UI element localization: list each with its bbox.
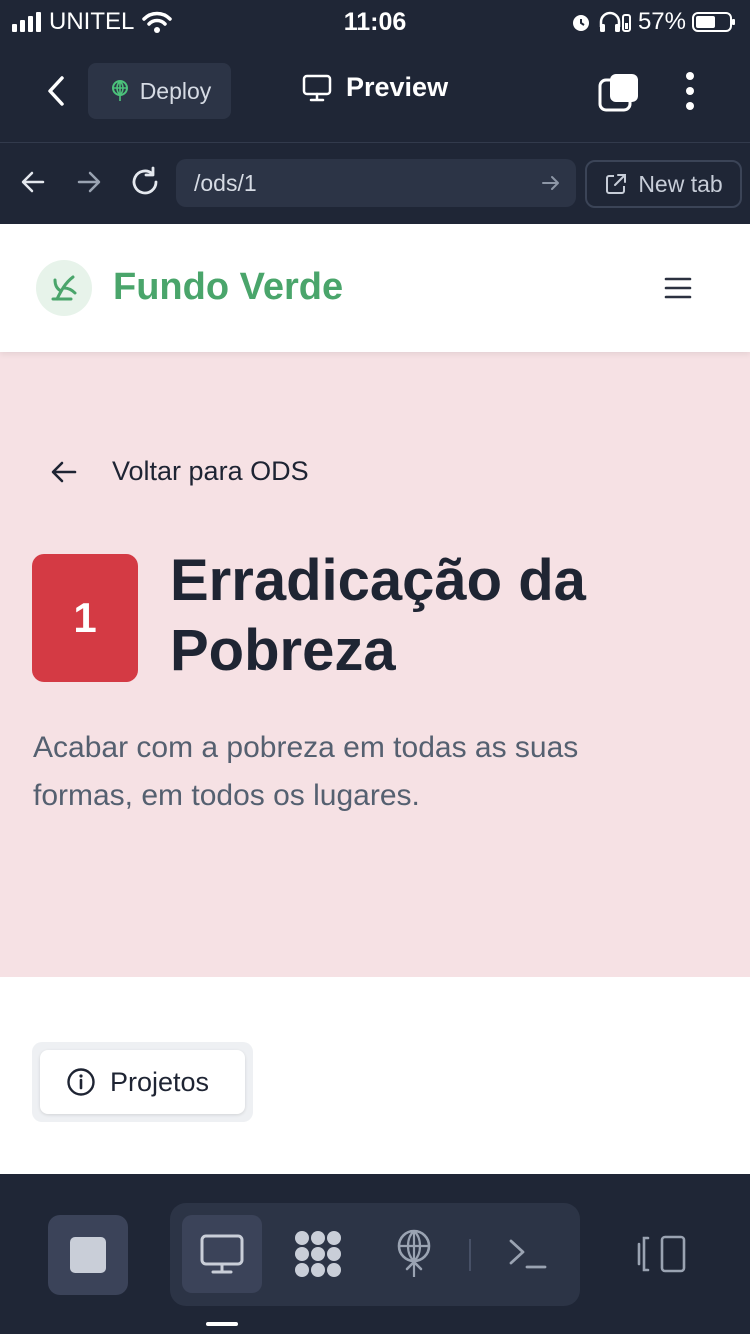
terminal-view-button[interactable] [488, 1215, 568, 1293]
web-content: Fundo Verde Voltar para ODS 1 Erradicaçã… [0, 224, 750, 1174]
deploy-icon [111, 80, 128, 101]
alarm-icon [572, 15, 589, 31]
battery-percent: 57% [637, 8, 686, 35]
content-tabs: Projetos [32, 1042, 253, 1122]
new-tab-label: New tab [638, 170, 723, 197]
new-tab-button[interactable]: New tab [585, 160, 742, 208]
deploy-view-button[interactable] [374, 1215, 454, 1293]
monitor-icon [200, 1234, 244, 1274]
tab-projetos[interactable]: Projetos [40, 1050, 245, 1114]
back-to-ods-link[interactable]: Voltar para ODS [50, 456, 309, 487]
bottom-dock [0, 1174, 750, 1334]
nav-back-icon[interactable] [16, 165, 50, 199]
stop-button[interactable] [48, 1215, 128, 1295]
goal-number-badge: 1 [32, 554, 138, 682]
asset-blobs-icon [295, 1231, 341, 1277]
view-switcher [170, 1203, 580, 1306]
go-arrow-icon[interactable] [540, 172, 562, 194]
sprout-icon [51, 275, 77, 301]
back-chevron-icon[interactable] [40, 74, 74, 108]
deploy-button[interactable]: Deploy [88, 63, 231, 119]
goal-hero: Voltar para ODS 1 Erradicação da Pobreza… [0, 352, 750, 977]
goal-title: Erradicação da Pobreza [170, 548, 586, 683]
reload-icon[interactable] [128, 165, 162, 199]
url-field[interactable]: /ods/1 [176, 159, 576, 207]
goal-description: Acabar com a pobreza em todas as suas fo… [33, 731, 579, 812]
info-icon [67, 1068, 95, 1096]
deploy-label: Deploy [139, 77, 212, 104]
headphones-icon [599, 11, 631, 32]
brand-name[interactable]: Fundo Verde [113, 266, 343, 309]
back-link-label: Voltar para ODS [112, 456, 309, 486]
home-indicator [206, 1322, 238, 1326]
app-toolbar: Deploy Preview [0, 44, 750, 142]
preview-label: Preview [346, 72, 449, 102]
tab-projetos-label: Projetos [110, 1066, 210, 1097]
divider [469, 1239, 471, 1271]
external-link-icon [606, 174, 627, 194]
stop-icon [70, 1237, 106, 1273]
assets-view-button[interactable] [278, 1215, 358, 1293]
more-vertical-icon[interactable] [684, 71, 696, 111]
preview-view-button[interactable] [182, 1215, 262, 1293]
url-bar-row: /ods/1 New tab [0, 142, 750, 224]
terminal-icon [509, 1239, 547, 1269]
logo[interactable] [36, 260, 92, 316]
tabs-icon[interactable] [598, 72, 640, 112]
url-path: /ods/1 [194, 169, 257, 196]
status-bar: UNITEL 11:06 57% [0, 0, 750, 44]
split-view-icon[interactable] [636, 1234, 688, 1274]
nav-forward-icon[interactable] [72, 165, 106, 199]
deploy-tree-icon [397, 1229, 431, 1277]
monitor-icon [302, 74, 332, 101]
arrow-left-icon [51, 461, 77, 482]
hamburger-menu-icon[interactable] [664, 276, 692, 300]
preview-title[interactable]: Preview [302, 72, 448, 103]
battery-icon [692, 12, 735, 32]
site-header: Fundo Verde [0, 224, 750, 352]
